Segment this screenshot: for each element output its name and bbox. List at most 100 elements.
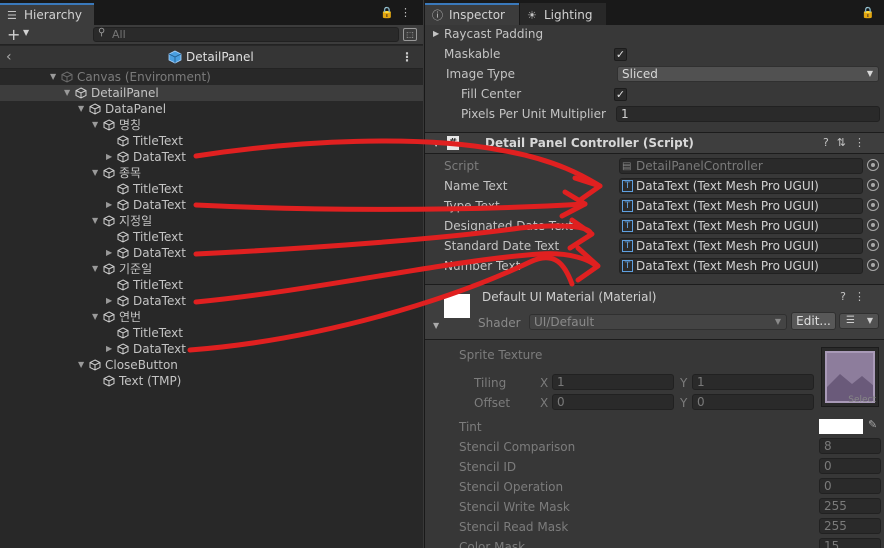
tree-row[interactable]: ▼ 종목: [0, 165, 423, 181]
search-box[interactable]: ⚲: [93, 27, 399, 42]
shader-dropdown[interactable]: UI/Default ▼: [529, 314, 787, 330]
tree-row[interactable]: TitleText: [0, 229, 423, 245]
object-reference-field[interactable]: T DataText (Text Mesh Pro UGUI): [619, 238, 863, 254]
tree-row[interactable]: ▼ DetailPanel: [0, 85, 423, 101]
help-icon[interactable]: ?: [840, 290, 854, 303]
collapse-arrow-icon[interactable]: ▶: [106, 293, 116, 309]
tree-row[interactable]: TitleText: [0, 277, 423, 293]
tree-row[interactable]: ▼ CloseButton: [0, 357, 423, 373]
preset-icon[interactable]: ⇅: [837, 136, 854, 149]
object-reference-field[interactable]: T DataText (Text Mesh Pro UGUI): [619, 218, 863, 234]
stencil-input[interactable]: 255: [819, 518, 881, 534]
kebab-menu-icon[interactable]: ⋮: [854, 136, 873, 149]
prefab-cube-icon: [168, 50, 182, 64]
tree-row[interactable]: ▶ DataText: [0, 197, 423, 213]
sprite-texture-slot[interactable]: Select: [821, 347, 879, 407]
expand-arrow-icon[interactable]: ▼: [92, 165, 102, 181]
text-mesh-pro-icon: T: [622, 180, 633, 192]
fill-center-checkbox[interactable]: ✓: [614, 88, 627, 101]
page-title: DetailPanel: [186, 50, 254, 64]
object-picker-icon[interactable]: [867, 159, 879, 171]
tree-row[interactable]: ▼ 기준일: [0, 261, 423, 277]
expand-arrow-icon[interactable]: ▼: [92, 117, 102, 133]
eyedropper-icon[interactable]: ✎: [868, 418, 877, 431]
tree-row-label: TitleText: [133, 134, 183, 148]
tree-row[interactable]: ▶ DataText: [0, 341, 423, 357]
tree-row[interactable]: TitleText: [0, 133, 423, 149]
kebab-menu-icon[interactable]: ⋮: [400, 6, 417, 19]
material-header[interactable]: Default UI Material (Material) ?⋮ ▼ Shad…: [425, 284, 884, 340]
tree-row[interactable]: ▶ DataText: [0, 149, 423, 165]
collapse-arrow-icon[interactable]: ▶: [106, 245, 116, 261]
tree-row[interactable]: TitleText: [0, 181, 423, 197]
raycast-padding-row[interactable]: ▶ Raycast Padding: [425, 24, 884, 44]
foldout-arrow-icon[interactable]: ▶: [433, 29, 439, 38]
stencil-input[interactable]: 15: [819, 538, 881, 548]
kebab-menu-icon[interactable]: ⋮: [854, 290, 873, 303]
shader-options-dropdown[interactable]: ☰ ▼: [839, 313, 879, 329]
controller-component-header[interactable]: ▼ # Detail Panel Controller (Script) ?⇅⋮: [425, 132, 884, 154]
stencil-input[interactable]: 8: [819, 438, 881, 454]
expand-arrow-icon[interactable]: ▼: [78, 101, 88, 117]
lock-icon[interactable]: 🔒: [380, 6, 400, 19]
tree-row-label: DetailPanel: [91, 86, 159, 100]
expand-arrow-icon[interactable]: ▼: [50, 69, 60, 85]
ppu-input[interactable]: 1: [616, 106, 880, 122]
expand-arrow-icon[interactable]: ▼: [64, 85, 74, 101]
hierarchy-tree: ▼ Canvas (Environment) ▼ DetailPanel ▼ DataPa…: [0, 69, 423, 389]
search-filter-icon[interactable]: ⬚: [403, 28, 417, 41]
object-picker-icon[interactable]: [867, 219, 879, 231]
tree-row[interactable]: ▼ DataPanel: [0, 101, 423, 117]
object-picker-icon[interactable]: [867, 259, 879, 271]
expand-arrow-icon[interactable]: ▼: [92, 213, 102, 229]
tree-row[interactable]: TitleText: [0, 325, 423, 341]
tree-row[interactable]: Text (TMP): [0, 373, 423, 389]
tree-row[interactable]: ▼ 지정일: [0, 213, 423, 229]
ppu-label: Pixels Per Unit Multiplier: [461, 107, 606, 121]
stencil-input[interactable]: 0: [819, 478, 881, 494]
foldout-arrow-icon[interactable]: ▼: [433, 321, 439, 330]
tab-hierarchy[interactable]: ☰ Hierarchy: [0, 3, 94, 25]
tree-row[interactable]: ▶ DataText: [0, 293, 423, 309]
edit-shader-button[interactable]: Edit...: [791, 312, 836, 330]
gameobject-cube-icon: [117, 295, 129, 307]
object-reference-field[interactable]: T DataText (Text Mesh Pro UGUI): [619, 198, 863, 214]
object-reference-field[interactable]: T DataText (Text Mesh Pro UGUI): [619, 178, 863, 194]
stencil-input[interactable]: 0: [819, 458, 881, 474]
tree-row[interactable]: ▼ 명칭: [0, 117, 423, 133]
offset-y-input[interactable]: 0: [692, 394, 814, 410]
image-type-dropdown[interactable]: Sliced ▼: [617, 66, 879, 82]
offset-x-input[interactable]: 0: [552, 394, 674, 410]
tint-color-swatch[interactable]: [819, 419, 863, 434]
expand-arrow-icon[interactable]: ▼: [92, 261, 102, 277]
material-title: Default UI Material (Material): [482, 290, 657, 304]
tree-row[interactable]: ▼ 연번: [0, 309, 423, 325]
object-picker-icon[interactable]: [867, 239, 879, 251]
select-texture-label[interactable]: Select: [848, 395, 876, 405]
add-icon[interactable]: +: [7, 25, 20, 44]
expand-arrow-icon[interactable]: ▼: [78, 357, 88, 373]
tree-row[interactable]: ▼ Canvas (Environment): [0, 69, 423, 85]
lock-icon[interactable]: 🔒: [861, 6, 875, 19]
collapse-arrow-icon[interactable]: ▶: [106, 197, 116, 213]
object-picker-icon[interactable]: [867, 179, 879, 191]
tiling-x-input[interactable]: 1: [552, 374, 674, 390]
object-picker-icon[interactable]: [867, 199, 879, 211]
chevron-down-icon[interactable]: ▼: [23, 28, 29, 37]
tab-lighting[interactable]: ☀ Lighting: [520, 3, 606, 25]
tab-lighting-label: Lighting: [544, 8, 593, 22]
kebab-menu-icon[interactable]: ⋮: [401, 50, 413, 64]
tab-inspector[interactable]: ⓘ Inspector: [425, 3, 519, 25]
object-reference-field[interactable]: T DataText (Text Mesh Pro UGUI): [619, 258, 863, 274]
tiling-y-input[interactable]: 1: [692, 374, 814, 390]
back-arrow-icon[interactable]: ‹: [6, 49, 12, 65]
collapse-arrow-icon[interactable]: ▶: [106, 149, 116, 165]
search-input[interactable]: [112, 28, 392, 41]
stencil-input[interactable]: 255: [819, 498, 881, 514]
help-icon[interactable]: ?: [823, 136, 837, 149]
maskable-checkbox[interactable]: ✓: [614, 48, 627, 61]
tree-row[interactable]: ▶ DataText: [0, 245, 423, 261]
collapse-arrow-icon[interactable]: ▶: [106, 341, 116, 357]
foldout-arrow-icon[interactable]: ▼: [433, 139, 439, 148]
expand-arrow-icon[interactable]: ▼: [92, 309, 102, 325]
